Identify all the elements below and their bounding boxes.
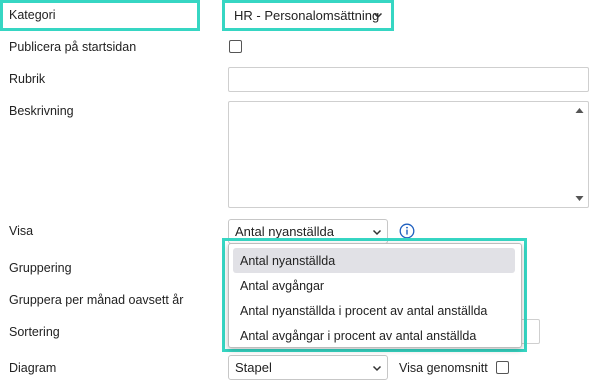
diagram-label: Diagram — [9, 361, 57, 375]
chevron-down-icon — [372, 365, 382, 372]
visa-label: Visa — [9, 224, 34, 238]
rubrik-label: Rubrik — [9, 72, 46, 86]
diagram-select[interactable]: Stapel — [228, 355, 388, 380]
beskrivning-label: Beskrivning — [9, 104, 74, 118]
visa-select-value: Antal nyanställda — [235, 224, 335, 239]
gruppering-label: Gruppering — [9, 261, 72, 275]
diagram-select-value: Stapel — [235, 360, 272, 375]
publicera-label: Publicera på startsidan — [9, 40, 137, 54]
gruppera-per-manad-label: Gruppera per månad oavsett år — [9, 293, 184, 307]
info-icon[interactable] — [399, 223, 415, 239]
scroll-down-icon[interactable] — [575, 195, 584, 202]
visa-genomsnitt-label: Visa genomsnitt — [399, 361, 488, 375]
visa-option[interactable]: Antal nyanställda — [233, 248, 515, 273]
visa-option[interactable]: Antal avgångar — [233, 273, 515, 298]
rubrik-input[interactable] — [228, 67, 589, 92]
publicera-checkbox[interactable] — [229, 40, 242, 53]
beskrivning-textarea[interactable] — [228, 101, 589, 208]
sortering-label: Sortering — [9, 325, 60, 339]
kategori-label: Kategori — [9, 8, 56, 22]
beskrivning-scrollbar[interactable] — [571, 102, 588, 207]
visa-option[interactable]: Antal nyanställda i procent av antal ans… — [233, 298, 515, 323]
visa-genomsnitt-checkbox[interactable] — [496, 361, 509, 374]
visa-dropdown-list: Antal nyanställda Antal avgångar Antal n… — [228, 243, 522, 348]
visa-option[interactable]: Antal avgångar i procent av antal anstäl… — [233, 323, 515, 348]
kategori-select-value: HR - Personalomsättning — [234, 8, 380, 23]
kategori-select[interactable]: HR - Personalomsättning — [228, 3, 388, 28]
scroll-up-icon[interactable] — [575, 107, 584, 114]
chevron-down-icon — [373, 12, 383, 19]
chevron-down-icon — [372, 229, 382, 236]
